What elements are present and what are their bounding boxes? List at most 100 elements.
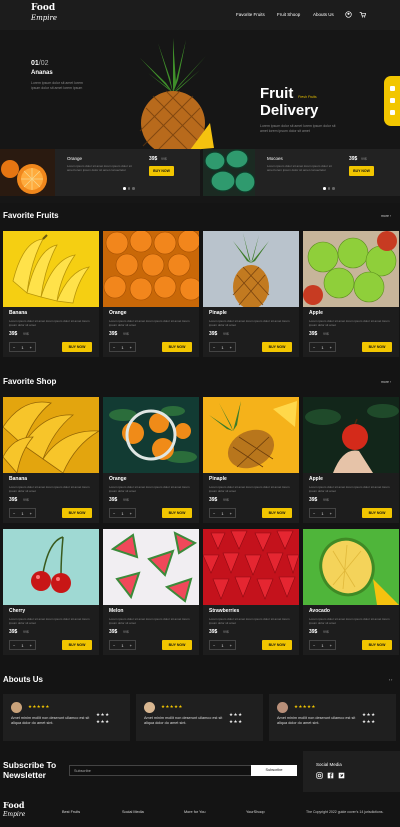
product-card[interactable]: Banana Lorem ipsum dolor sit amet lorem i… (3, 397, 99, 523)
buy-now-button[interactable]: BUY NOW (362, 640, 392, 650)
product-card[interactable]: Avocado Lorem ipsum dolor sit amet lorem … (303, 529, 399, 655)
quantity-stepper[interactable]: − 1 + (109, 342, 136, 352)
quantity-stepper[interactable]: − 1 + (309, 640, 336, 650)
plus-button[interactable]: + (230, 643, 232, 648)
newsletter-email-input[interactable]: Subscribe (69, 765, 252, 776)
product-card[interactable]: Apple Lorem ipsum dolor sit amet lorem ip… (303, 397, 399, 523)
plus-button[interactable]: + (230, 345, 232, 350)
buy-now-button[interactable]: BUY NOW (362, 342, 392, 352)
minus-button[interactable]: − (313, 345, 315, 350)
product-image[interactable] (303, 397, 399, 473)
product-image[interactable] (103, 529, 199, 605)
minus-button[interactable]: − (113, 511, 115, 516)
plus-button[interactable]: + (330, 511, 332, 516)
buy-now-button[interactable]: BUY NOW (349, 166, 374, 176)
product-card[interactable]: Orange Lorem ipsum dolor sit amet lorem i… (103, 397, 199, 523)
twitter-icon[interactable] (390, 110, 395, 115)
quantity-stepper[interactable]: − 1 + (109, 508, 136, 518)
plus-button[interactable]: + (130, 643, 132, 648)
plus-button[interactable]: + (330, 643, 332, 648)
buy-now-button[interactable]: BUY NOW (262, 342, 292, 352)
buy-now-button[interactable]: BUY NOW (362, 508, 392, 518)
footer-logo[interactable]: Food (3, 800, 25, 810)
facebook-icon[interactable] (390, 98, 395, 103)
minus-button[interactable]: − (113, 345, 115, 350)
buy-now-button[interactable]: BUY NOW (62, 342, 92, 352)
testimonial-nav-arrows[interactable]: ‹ › (389, 678, 392, 682)
nav-favorite-fruits[interactable]: Favorite Fruits (236, 12, 265, 17)
nav-about-us[interactable]: Abouts Us (313, 12, 334, 17)
quantity-stepper[interactable]: − 1 + (209, 342, 236, 352)
footer-link[interactable]: More for You (184, 810, 206, 814)
product-card[interactable]: Apple Lorem ipsum dolor sit amet lorem ip… (303, 231, 399, 357)
buy-now-button[interactable]: BUY NOW (262, 508, 292, 518)
quantity-stepper[interactable]: − 1 + (209, 508, 236, 518)
minus-button[interactable]: − (213, 511, 215, 516)
plus-button[interactable]: + (30, 643, 32, 648)
minus-button[interactable]: − (313, 643, 315, 648)
more-link[interactable]: more › (381, 380, 391, 384)
quantity-stepper[interactable]: − 1 + (9, 508, 36, 518)
minus-button[interactable]: − (113, 643, 115, 648)
logo-text[interactable]: Food (31, 3, 55, 13)
product-image[interactable] (203, 231, 299, 307)
product-card[interactable]: Banana Lorem ipsum dolor sit amet lorem i… (3, 231, 99, 357)
product-image[interactable] (203, 397, 299, 473)
quantity-stepper[interactable]: − 1 + (209, 640, 236, 650)
quantity-stepper[interactable]: − 1 + (9, 342, 36, 352)
minus-button[interactable]: − (213, 345, 215, 350)
buy-now-button[interactable]: BUY NOW (62, 640, 92, 650)
product-card[interactable]: Cherry Lorem ipsum dolor sit amet lorem i… (3, 529, 99, 655)
product-image[interactable] (3, 529, 99, 605)
minus-button[interactable]: − (313, 511, 315, 516)
product-image[interactable] (303, 529, 399, 605)
minus-button[interactable]: − (13, 345, 15, 350)
minus-button[interactable]: − (13, 511, 15, 516)
product-image[interactable] (3, 397, 99, 473)
product-image[interactable] (203, 529, 299, 605)
facebook-icon[interactable] (327, 772, 334, 779)
product-card[interactable]: Orange Lorem ipsum dolor sit amet lorem i… (103, 231, 199, 357)
buy-now-button[interactable]: BUY NOW (62, 508, 92, 518)
footer-link[interactable]: YourShoop (246, 810, 265, 814)
product-card[interactable]: Pinaple Lorem ipsum dolor sit amet lorem … (203, 231, 299, 357)
instagram-icon[interactable] (316, 772, 323, 779)
plus-button[interactable]: + (330, 345, 332, 350)
product-card[interactable]: Melon Lorem ipsum dolor sit amet lorem ip… (103, 529, 199, 655)
slide-dots[interactable] (323, 187, 335, 190)
footer-link[interactable]: Social Media (122, 810, 144, 814)
plus-button[interactable]: + (30, 511, 32, 516)
slide-card[interactable]: Mocoes Lorem ipsum dolor sit amet lorem … (255, 149, 400, 196)
user-icon[interactable] (345, 11, 352, 18)
quantity-stepper[interactable]: − 1 + (309, 342, 336, 352)
footer-link[interactable]: Best Fruits (62, 810, 80, 814)
product-image[interactable] (303, 231, 399, 307)
quantity-stepper[interactable]: − 1 + (309, 508, 336, 518)
quantity-stepper[interactable]: − 1 + (109, 640, 136, 650)
product-image[interactable] (103, 397, 199, 473)
buy-now-button[interactable]: BUY NOW (149, 166, 174, 176)
product-card[interactable]: Pinaple Lorem ipsum dolor sit amet lorem … (203, 397, 299, 523)
nav-fruit-shop[interactable]: Fruit Shoop (277, 12, 300, 17)
minus-button[interactable]: − (213, 643, 215, 648)
instagram-icon[interactable] (390, 86, 395, 91)
more-link[interactable]: more › (381, 214, 391, 218)
product-image[interactable] (3, 231, 99, 307)
buy-now-button[interactable]: BUY NOW (162, 342, 192, 352)
minus-button[interactable]: − (13, 643, 15, 648)
twitter-icon[interactable] (338, 772, 345, 779)
plus-button[interactable]: + (130, 511, 132, 516)
product-card[interactable]: Strawberries Lorem ipsum dolor sit amet l… (203, 529, 299, 655)
slide-dots[interactable] (123, 187, 135, 190)
plus-button[interactable]: + (230, 511, 232, 516)
quantity-stepper[interactable]: − 1 + (9, 640, 36, 650)
slide-card[interactable]: Orange Lorem ipsum dolor sit amet lorem … (55, 149, 200, 196)
buy-now-button[interactable]: BUY NOW (162, 508, 192, 518)
plus-button[interactable]: + (30, 345, 32, 350)
buy-now-button[interactable]: BUY NOW (162, 640, 192, 650)
cart-icon[interactable] (359, 11, 366, 18)
plus-button[interactable]: + (130, 345, 132, 350)
buy-now-button[interactable]: BUY NOW (262, 640, 292, 650)
product-image[interactable] (103, 231, 199, 307)
subscribe-button[interactable]: Subscribe (251, 765, 297, 776)
